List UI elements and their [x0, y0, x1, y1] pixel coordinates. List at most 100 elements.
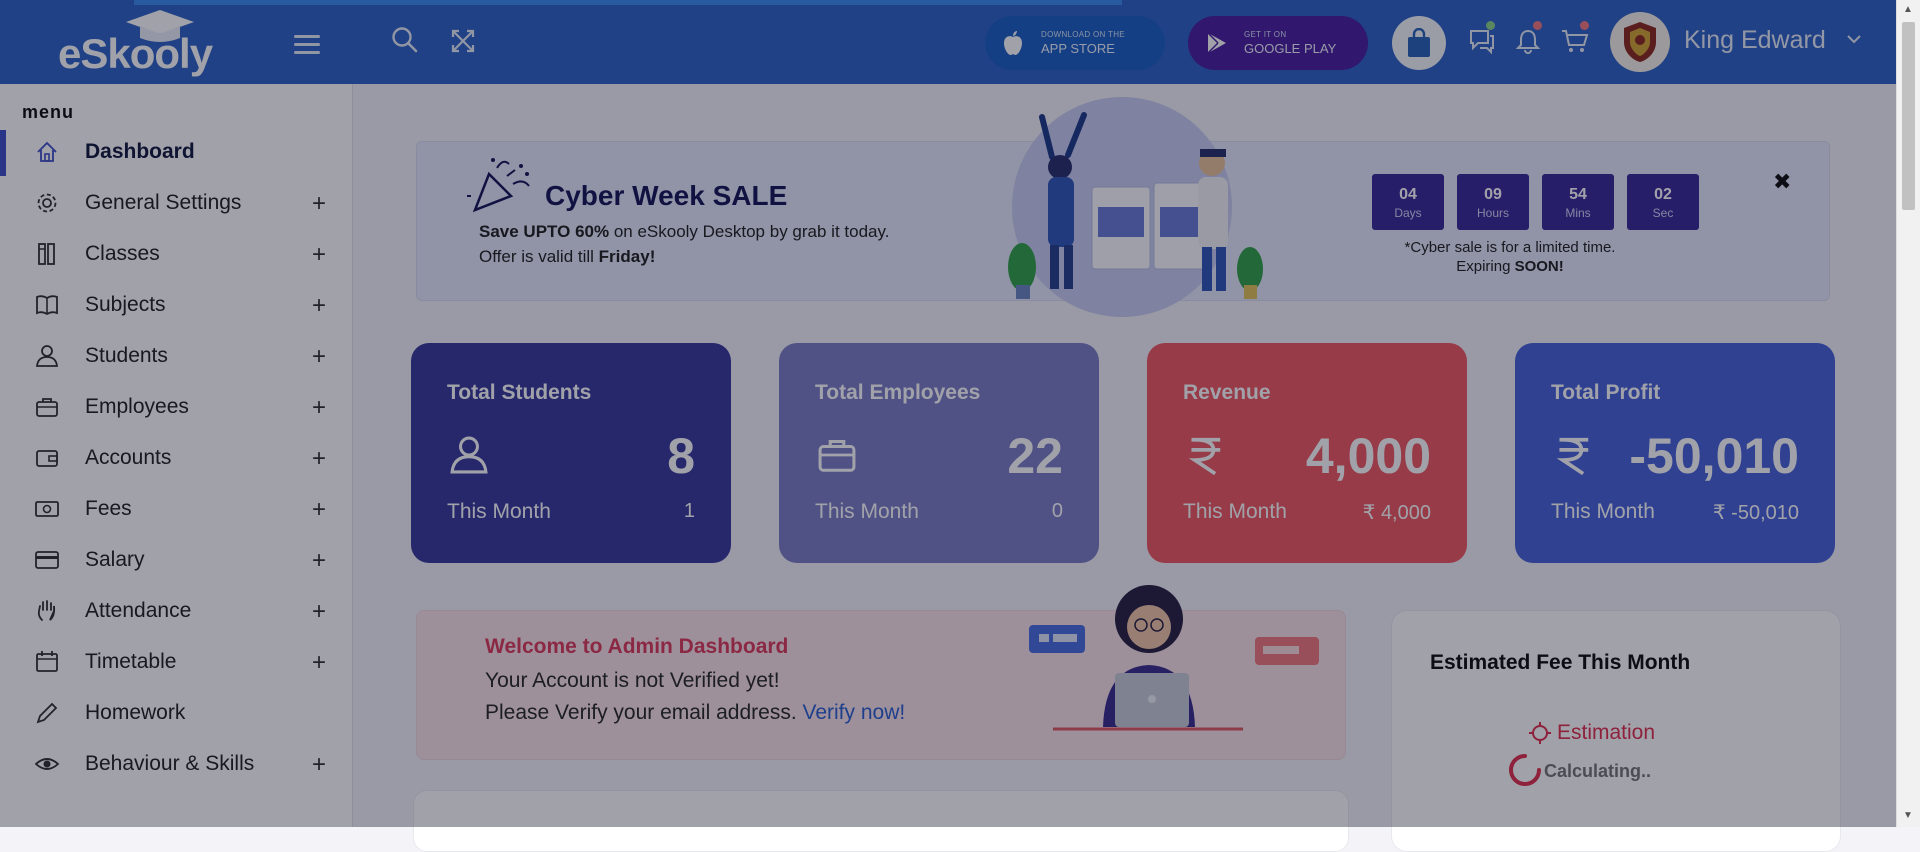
sidebar-item-homework[interactable]: Homework — [0, 691, 352, 737]
verify-now-link[interactable]: Verify now! — [802, 701, 905, 724]
countdown-days: 04 Days — [1372, 174, 1444, 230]
app-store-button[interactable]: DOWNLOAD ON THE APP STORE — [985, 16, 1165, 70]
sidebar-item-label: Behaviour & Skills — [85, 752, 255, 775]
sidebar-item-salary[interactable]: Salary + — [0, 538, 352, 584]
user-avatar[interactable] — [1610, 12, 1670, 72]
classes-icon — [34, 241, 60, 267]
card-icon — [34, 547, 60, 573]
stat-card-total-employees[interactable]: Total Employees 22 This Month 0 — [779, 343, 1099, 563]
student-icon — [34, 343, 60, 369]
expand-plus-icon[interactable]: + — [312, 241, 326, 269]
sidebar-item-students[interactable]: Students + — [0, 334, 352, 380]
sidebar-item-label: Subjects — [85, 293, 166, 316]
promo-note-line1: *Cyber sale is for a limited time. — [1404, 239, 1616, 256]
loading-spinner-icon — [1509, 754, 1541, 786]
cart-icon[interactable] — [1561, 28, 1589, 54]
wallet-icon — [34, 445, 60, 471]
expand-plus-icon[interactable]: + — [312, 547, 326, 575]
chat-icon[interactable] — [1468, 28, 1496, 54]
stat-foot-label: This Month — [815, 500, 919, 523]
promo-validity-day: Friday! — [598, 247, 656, 266]
promo-discount: Save UPTO 60% — [479, 222, 610, 241]
sidebar-item-label: Classes — [85, 242, 160, 265]
crosshair-icon — [1529, 722, 1551, 744]
promo-offer-text: on eSkooly Desktop by grab it today. — [609, 222, 890, 241]
welcome-title: Welcome to Admin Dashboard — [485, 635, 789, 658]
google-play-small-text: GET IT ON — [1244, 30, 1287, 39]
scroll-down-arrow[interactable]: ▼ — [1903, 810, 1913, 821]
expand-plus-icon[interactable]: + — [312, 598, 326, 626]
stat-card-total-students[interactable]: Total Students 8 This Month 1 — [411, 343, 731, 563]
app-store-small-text: DOWNLOAD ON THE — [1041, 30, 1125, 39]
close-banner-icon[interactable]: ✖ — [1773, 169, 1791, 195]
lower-card — [413, 790, 1349, 852]
apple-icon — [995, 25, 1031, 61]
sidebar: menu Dashboard General Settings + Classes + S… — [0, 84, 353, 827]
expand-plus-icon[interactable]: + — [312, 343, 326, 371]
stat-foot-value: ₹ -50,010 — [1712, 502, 1799, 524]
scroll-thumb[interactable] — [1902, 22, 1915, 210]
expand-plus-icon[interactable]: + — [312, 190, 326, 218]
countdown-mins: 54 Mins — [1542, 174, 1614, 230]
money-icon — [34, 496, 60, 522]
sidebar-item-behaviour-skills[interactable]: Behaviour & Skills + — [0, 742, 352, 788]
sidebar-item-label: Students — [85, 344, 168, 367]
stat-foot-value: ₹ 4,000 — [1362, 502, 1431, 524]
pen-icon — [34, 700, 60, 726]
promo-validity-text: Offer is valid till — [479, 247, 599, 266]
briefcase-icon — [34, 394, 60, 420]
bell-notification-dot — [1533, 21, 1542, 30]
stat-title: Total Profit — [1551, 381, 1661, 404]
countdown-unit: Hours — [1476, 206, 1509, 220]
sidebar-item-subjects[interactable]: Subjects + — [0, 283, 352, 329]
countdown-unit: Days — [1394, 206, 1422, 220]
stat-title: Total Employees — [815, 381, 981, 404]
countdown-value: 04 — [1399, 186, 1417, 203]
fullscreen-icon[interactable] — [450, 28, 476, 54]
expand-plus-icon[interactable]: + — [312, 649, 326, 677]
shop-bag-button[interactable] — [1392, 16, 1446, 70]
hand-icon — [34, 598, 60, 624]
expand-plus-icon[interactable]: + — [312, 292, 326, 320]
expand-plus-icon[interactable]: + — [312, 445, 326, 473]
stat-foot-value: 1 — [683, 500, 695, 522]
sidebar-item-dashboard[interactable]: Dashboard — [0, 130, 352, 176]
sidebar-item-label: Salary — [85, 548, 145, 571]
promo-title: Cyber Week SALE — [545, 180, 788, 211]
scroll-up-arrow[interactable]: ▲ — [1903, 4, 1913, 15]
bell-icon[interactable] — [1516, 28, 1540, 54]
sidebar-item-timetable[interactable]: Timetable + — [0, 640, 352, 686]
expand-plus-icon[interactable]: + — [312, 496, 326, 524]
sidebar-item-label: Attendance — [85, 599, 192, 622]
sidebar-item-label: Homework — [85, 701, 186, 724]
cart-notification-dot — [1580, 21, 1589, 30]
promo-offer-line: Save UPTO 60% on eSkooly Desktop by grab… — [479, 222, 889, 242]
stat-card-revenue[interactable]: Revenue 4,000 This Month ₹ 4,000 — [1147, 343, 1467, 563]
countdown-sec: 02 Sec — [1627, 174, 1699, 230]
sidebar-item-classes[interactable]: Classes + — [0, 232, 352, 278]
active-indicator — [0, 130, 6, 176]
sidebar-item-employees[interactable]: Employees + — [0, 385, 352, 431]
search-icon[interactable] — [391, 26, 419, 54]
hamburger-menu-icon[interactable] — [294, 33, 320, 55]
google-play-button[interactable]: GET IT ON GOOGLE PLAY — [1188, 16, 1368, 70]
user-name[interactable]: King Edward — [1684, 26, 1826, 55]
expand-plus-icon[interactable]: + — [312, 394, 326, 422]
stat-foot-label: This Month — [447, 500, 551, 523]
sidebar-item-attendance[interactable]: Attendance + — [0, 589, 352, 635]
estimated-fee-card: Estimated Fee This Month Estimation Calc… — [1391, 610, 1841, 852]
logo-text: eSkooly — [58, 30, 213, 77]
sidebar-item-fees[interactable]: Fees + — [0, 487, 352, 533]
sidebar-item-accounts[interactable]: Accounts + — [0, 436, 352, 482]
expand-plus-icon[interactable]: + — [312, 751, 326, 779]
stat-card-total-profit[interactable]: Total Profit -50,010 This Month ₹ -50,010 — [1515, 343, 1835, 563]
countdown-unit: Mins — [1565, 206, 1591, 220]
sidebar-item-label: Timetable — [85, 650, 177, 673]
page-scrollbar[interactable]: ▲ ▼ — [1896, 0, 1920, 827]
chevron-down-icon[interactable] — [1846, 33, 1862, 45]
rupee-icon — [1551, 433, 1595, 482]
countdown-unit: Sec — [1652, 206, 1674, 220]
sidebar-item-general-settings[interactable]: General Settings + — [0, 181, 352, 227]
eskooly-logo[interactable]: eSkooly — [58, 8, 213, 78]
countdown-value: 02 — [1654, 186, 1672, 203]
